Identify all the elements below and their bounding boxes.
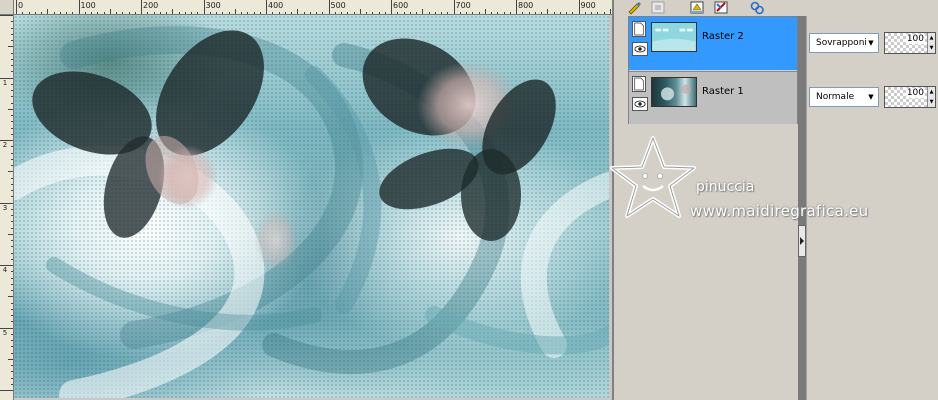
ruler-label: 400 — [268, 1, 284, 10]
ruler-tick — [266, 0, 267, 14]
layer-mask-toggle[interactable] — [632, 21, 646, 37]
blend-mode-select-raster-2[interactable]: Sovrapponi ▼ — [809, 33, 879, 53]
opacity-value[interactable]: 100 — [905, 34, 925, 44]
ruler-tick — [203, 0, 205, 14]
ruler-corner — [0, 0, 14, 15]
ruler-tick — [16, 0, 17, 14]
dropdown-arrow-icon[interactable]: ▼ — [865, 89, 877, 105]
ruler-label: 0 — [18, 1, 24, 10]
ruler-label: 600 — [393, 1, 409, 10]
splitter-handle[interactable] — [798, 225, 806, 257]
layer-thumbnail — [651, 77, 697, 107]
ruler-label: 700 — [455, 1, 471, 10]
layer-name[interactable]: Raster 2 — [702, 31, 744, 42]
thumbnail-preview — [660, 84, 691, 101]
ruler-tick — [78, 0, 80, 14]
ruler-label: 2 — [2, 141, 8, 149]
ruler-label: 800 — [518, 1, 534, 10]
link-icon[interactable] — [749, 0, 765, 15]
app-window: 0 100 200 300 400 500 600 700 800 900 1 2 3 4 5 — [0, 0, 938, 400]
ruler-tick — [609, 9, 611, 14]
layer-properties-column: Sovrapponi ▼ 100 ▲ ▼ Normale ▼ 100 ▲ ▼ — [806, 16, 938, 400]
mask-icon[interactable] — [650, 0, 666, 15]
thumbnail-preview — [652, 23, 696, 51]
ruler-label: 900 — [580, 1, 596, 10]
opacity-value[interactable]: 100 — [905, 88, 925, 98]
opacity-spinner[interactable]: ▲ ▼ — [927, 87, 935, 107]
visibility-toggle[interactable] — [632, 42, 648, 56]
document-icon — [634, 22, 644, 36]
ruler-top: 0 100 200 300 400 500 600 700 800 900 — [14, 0, 612, 15]
layer-mask-toggle[interactable] — [632, 76, 646, 92]
ruler-label: 3 — [2, 203, 8, 212]
layer-name[interactable]: Raster 1 — [702, 86, 744, 97]
layer-thumbnail — [651, 22, 697, 52]
ruler-tick — [328, 0, 330, 14]
eye-icon — [634, 100, 646, 108]
ruler-label: 500 — [330, 1, 346, 10]
eye-icon — [634, 45, 646, 53]
ruler-label: 5 — [2, 328, 8, 337]
ruler-label: 300 — [205, 1, 221, 10]
canvas-artwork — [14, 26, 609, 398]
chevron-right-icon — [800, 237, 804, 245]
opacity-field-raster-2[interactable]: 100 ▲ ▼ — [884, 32, 936, 54]
image-canvas[interactable] — [14, 15, 609, 398]
ruler-tick — [578, 0, 580, 14]
ruler-tick — [453, 0, 455, 14]
blend-mode-value: Normale — [816, 92, 855, 102]
ruler-tick — [141, 0, 142, 14]
opacity-spinner[interactable]: ▲ ▼ — [927, 33, 935, 53]
ruler-label: 4 — [2, 266, 8, 274]
layers-palette: Raster 2 Raster 1 Sovrapponi ▼ 100 ▲ ▼ N… — [612, 0, 938, 400]
opacity-field-raster-1[interactable]: 100 ▲ ▼ — [884, 86, 936, 108]
ruler-tick — [0, 15, 13, 16]
visibility-toggle[interactable] — [632, 97, 648, 111]
ruler-tick — [391, 0, 392, 14]
ruler-tick — [0, 390, 13, 391]
palette-splitter[interactable] — [798, 16, 806, 400]
canvas-workspace: 0 100 200 300 400 500 600 700 800 900 1 2 3 4 5 — [0, 0, 612, 400]
layer-list: Raster 2 Raster 1 — [628, 16, 798, 124]
blend-mode-select-raster-1[interactable]: Normale ▼ — [809, 87, 879, 107]
ruler-tick — [516, 0, 517, 14]
layer-row-raster-1[interactable]: Raster 1 — [629, 71, 797, 124]
document-icon — [634, 77, 644, 91]
new-layer-icon[interactable] — [626, 0, 642, 15]
layer-properties-icon[interactable] — [689, 0, 705, 15]
ruler-label: 100 — [80, 1, 96, 10]
pink-glow — [254, 210, 298, 270]
ruler-label: 1 — [2, 78, 8, 87]
layers-toolbar — [614, 0, 798, 16]
ruler-left: 1 2 3 4 5 — [0, 15, 14, 400]
layer-row-raster-2[interactable]: Raster 2 — [629, 17, 797, 70]
dropdown-arrow-icon[interactable]: ▼ — [865, 35, 877, 51]
merge-icon[interactable] — [713, 0, 729, 15]
blend-mode-value: Sovrapponi — [816, 38, 867, 48]
ruler-label: 200 — [143, 1, 159, 10]
